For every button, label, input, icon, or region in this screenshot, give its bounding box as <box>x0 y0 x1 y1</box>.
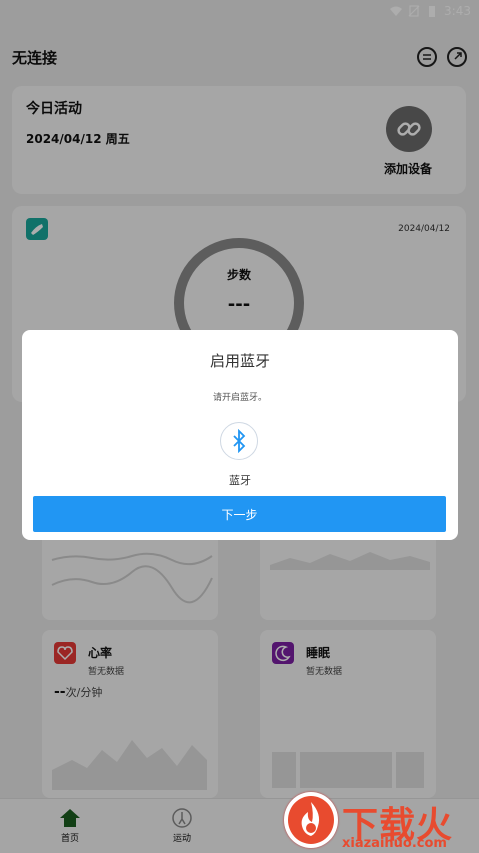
next-button[interactable]: 下一步 <box>33 496 446 532</box>
dialog-title: 启用蓝牙 <box>209 352 270 370</box>
bluetooth-label: 蓝牙 <box>229 474 251 487</box>
enable-bluetooth-dialog: 启用蓝牙 请开启蓝牙。 蓝牙 下一步 <box>22 330 458 540</box>
flame-logo-icon <box>284 792 338 848</box>
bluetooth-icon <box>220 422 258 460</box>
watermark: 下载火 xiazaihuo.com <box>280 790 479 853</box>
watermark-url: xiazaihuo.com <box>342 836 447 851</box>
dialog-message: 请开启蓝牙。 <box>212 393 267 403</box>
